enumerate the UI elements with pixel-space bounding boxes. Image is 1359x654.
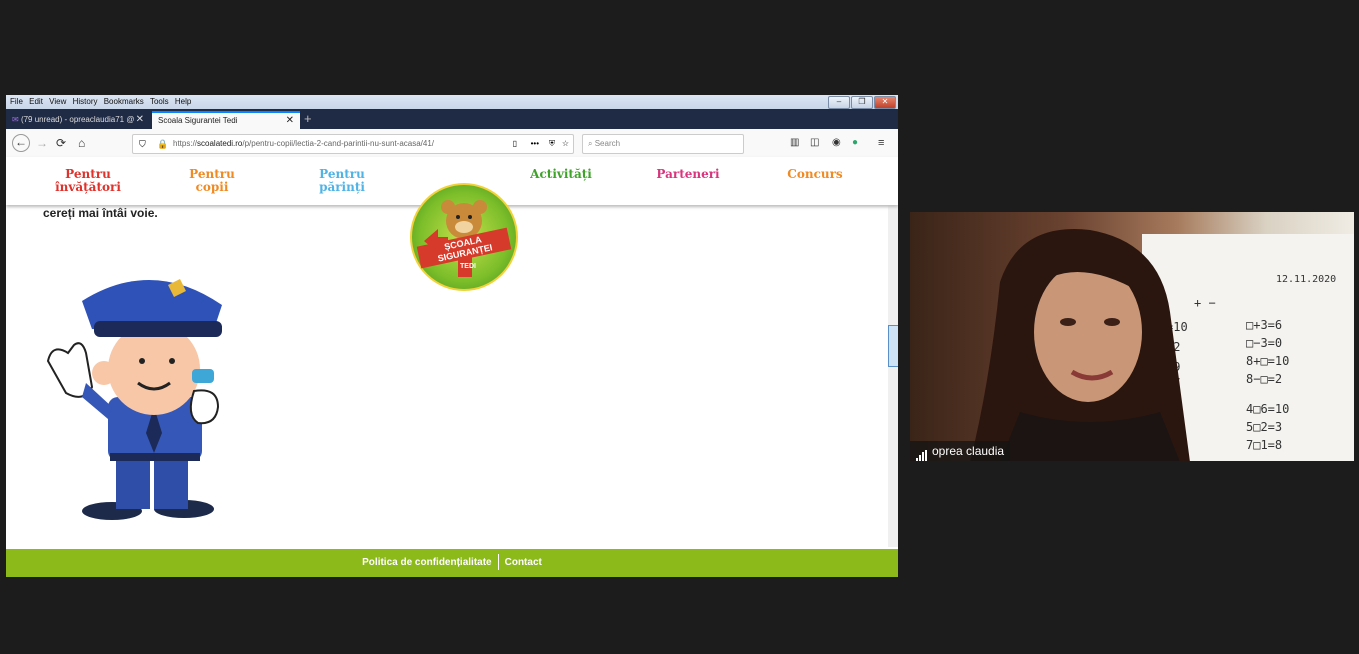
search-placeholder: Search <box>594 139 621 148</box>
reload-icon[interactable]: ⟳ <box>56 135 66 151</box>
menu-bookmarks[interactable]: Bookmarks <box>104 95 144 109</box>
footer-separator <box>497 554 499 571</box>
nav-toolbar: ← → ⟳ ⌂ ⛉ 🔒 https://scoalatedi.ro/p/pent… <box>6 129 898 158</box>
back-icon[interactable]: ← <box>12 134 30 152</box>
pocket-icon[interactable]: ⛨ <box>549 135 555 153</box>
url-text: https://scoalatedi.ro/p/pentru-copii/lec… <box>173 135 434 153</box>
window-controls: – ❐ ✕ <box>828 96 896 109</box>
nav-partners[interactable]: Parteneri <box>646 168 730 181</box>
footer-privacy-link[interactable]: Politica de confidențialitate <box>362 557 491 568</box>
close-window-icon[interactable]: ✕ <box>874 96 896 109</box>
nav-activities[interactable]: Activități <box>516 168 606 181</box>
scrollbar-thumb[interactable] <box>888 325 898 367</box>
extension-icon[interactable]: ● <box>852 135 858 151</box>
board-line-3: 8−□=2 <box>1246 372 1283 386</box>
nav-kids-line2: copii <box>195 180 229 194</box>
search-input[interactable]: ⌕ Search <box>582 134 744 154</box>
tab-scoala-title: Scoala Sigurantei Tedi <box>158 116 238 125</box>
participant-video[interactable]: 12.11.2020 + − =10 =2 =9 =7 □+3=6 □−3=0 … <box>910 212 1354 461</box>
site-logo[interactable]: ȘCOALA SIGURANȚEI TEDI <box>410 183 518 291</box>
policeman-illustration <box>46 279 222 520</box>
tab-mail-title: (79 unread) - opreaclaudia71 @ <box>20 115 135 124</box>
lock-icon: 🔒 <box>157 139 169 149</box>
tab-bar: ✉ (79 unread) - opreaclaudia71 @ ✕ Scoal… <box>6 109 898 129</box>
menu-file[interactable]: File <box>10 95 23 109</box>
account-icon[interactable]: ◉ <box>832 135 841 151</box>
web-page: Pentru învățători Pentru copii Pentru pă… <box>6 157 898 577</box>
reader-icon[interactable]: ▯ <box>513 135 517 153</box>
footer-contact-link[interactable]: Contact <box>505 557 542 568</box>
library-icon[interactable]: ▥ <box>790 135 799 151</box>
menu-view[interactable]: View <box>49 95 66 109</box>
nav-teachers[interactable]: Pentru învățători <box>48 168 128 194</box>
menu-bar: File Edit View History Bookmarks Tools H… <box>6 95 898 109</box>
tab-scoala[interactable]: Scoala Sigurantei Tedi ✕ <box>152 111 300 129</box>
menu-icon[interactable]: ≡ <box>878 135 884 151</box>
url-path: /p/pentru-copii/lectia-2-cand-parintii-n… <box>242 139 435 148</box>
participant-person <box>970 229 1190 461</box>
board-date: 12.11.2020 <box>1276 274 1337 285</box>
nav-parents[interactable]: Pentru părinți <box>308 168 376 194</box>
board-line-4: 4□6=10 <box>1246 402 1290 416</box>
menu-history[interactable]: History <box>73 95 98 109</box>
home-icon[interactable]: ⌂ <box>78 135 85 151</box>
new-tab-icon[interactable]: + <box>304 111 312 127</box>
participant-name-tag: oprea claudia <box>910 441 1011 461</box>
restore-icon[interactable]: ❐ <box>851 96 873 109</box>
tab-close-icon[interactable]: ✕ <box>286 113 294 129</box>
more-icon[interactable]: ••• <box>531 135 539 153</box>
logo-sub: TEDI <box>460 263 476 270</box>
lesson-text: cereți mai întâi voie. <box>43 206 158 220</box>
menu-tools[interactable]: Tools <box>150 95 169 109</box>
board-ops: + − <box>1194 296 1216 310</box>
browser-window: File Edit View History Bookmarks Tools H… <box>6 95 898 577</box>
nav-teachers-line2: învățători <box>55 180 121 194</box>
board-line-2: 8+□=10 <box>1246 354 1290 368</box>
board-line-1: □−3=0 <box>1246 336 1283 350</box>
bookmark-star-icon[interactable]: ☆ <box>562 135 569 153</box>
shield-icon: ⛉ <box>139 139 146 149</box>
address-bar[interactable]: ⛉ 🔒 https://scoalatedi.ro/p/pentru-copii… <box>132 134 574 154</box>
url-prefix: https:// <box>173 139 198 148</box>
nav-kids[interactable]: Pentru copii <box>182 168 242 194</box>
nav-contest[interactable]: Concurs <box>778 168 852 181</box>
scrollbar[interactable] <box>888 205 898 547</box>
mail-icon: ✉ <box>12 115 19 124</box>
board-line-5: 5□2=3 <box>1246 420 1283 434</box>
nav-parents-line2: părinți <box>319 180 365 194</box>
signal-strength-icon <box>916 442 928 461</box>
forward-icon[interactable]: → <box>36 135 48 151</box>
board-line-0: □+3=6 <box>1246 318 1283 332</box>
tab-mail[interactable]: ✉ (79 unread) - opreaclaudia71 @ ✕ <box>6 111 150 129</box>
tab-close-icon[interactable]: ✕ <box>136 111 144 129</box>
minimize-icon[interactable]: – <box>828 96 850 109</box>
participant-name: oprea claudia <box>932 444 1005 458</box>
sidebar-icon[interactable]: ◫ <box>810 135 819 151</box>
url-domain: scoalatedi.ro <box>197 139 243 148</box>
site-footer: Politica de confidențialitate Contact <box>6 549 898 577</box>
menu-edit[interactable]: Edit <box>29 95 43 109</box>
board-line-6: 7□1=8 <box>1246 438 1283 452</box>
search-icon: ⌕ <box>588 139 593 148</box>
menu-help[interactable]: Help <box>175 95 191 109</box>
